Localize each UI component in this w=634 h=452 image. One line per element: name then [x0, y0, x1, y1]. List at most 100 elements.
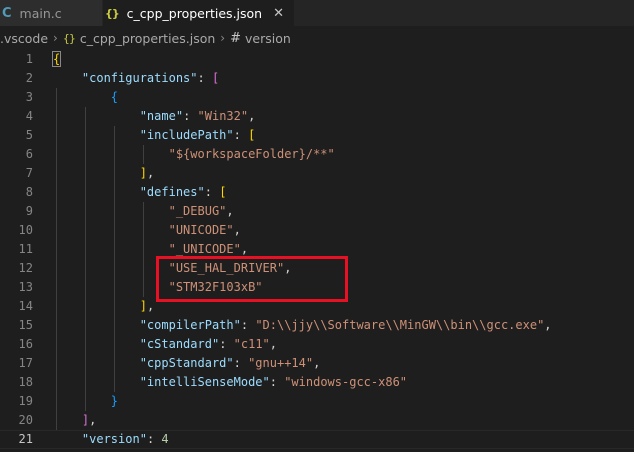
- code-token: "compilerPath": [139, 318, 241, 332]
- code-line[interactable]: 7 ],: [0, 164, 634, 183]
- code-token: "version": [81, 432, 147, 446]
- code-text: ],: [53, 164, 154, 183]
- code-line[interactable]: 11 "_UNICODE",: [0, 240, 634, 259]
- line-number: 17: [18, 356, 33, 370]
- code-token: ,: [146, 166, 155, 180]
- code-line[interactable]: 5 "includePath": [: [0, 126, 634, 145]
- line-number: 15: [18, 318, 33, 332]
- line-number: 18: [18, 375, 33, 389]
- code-token: :: [146, 432, 162, 446]
- tab-bar: C main.c {} c_cpp_properties.json ✕: [0, 0, 634, 26]
- code-token: "name": [139, 109, 184, 123]
- code-line[interactable]: 20 ],: [0, 411, 634, 430]
- code-line[interactable]: 15 "compilerPath": "D:\\jjy\\Software\\M…: [0, 316, 634, 335]
- code-text: ],: [53, 297, 154, 316]
- code-text: "cStandard": "c11",: [53, 335, 277, 354]
- code-line[interactable]: 6 "${workspaceFolder}/**": [0, 145, 634, 164]
- code-text: "_DEBUG",: [53, 202, 234, 221]
- code-token: [: [248, 128, 256, 142]
- code-line[interactable]: 14 ],: [0, 297, 634, 316]
- chevron-right-icon: ›: [220, 31, 226, 45]
- code-token: "gnu++14": [248, 356, 314, 370]
- code-token: "UNICODE": [168, 223, 234, 237]
- code-text: "UNICODE",: [53, 221, 241, 240]
- code-line[interactable]: 21 "version": 4: [0, 430, 634, 449]
- code-token: ]: [139, 299, 147, 313]
- code-text: "version": 4: [53, 430, 169, 449]
- line-number: 11: [18, 242, 33, 256]
- code-token: "cStandard": [139, 337, 220, 351]
- code-line[interactable]: 19 }: [0, 392, 634, 411]
- code-token: "Win32": [197, 109, 249, 123]
- code-line[interactable]: 13 "STM32F103xB": [0, 278, 634, 297]
- tab-label: c_cpp_properties.json: [126, 5, 263, 21]
- code-line[interactable]: 8 "defines": [: [0, 183, 634, 202]
- line-number: 13: [18, 280, 33, 294]
- code-token: "configurations": [81, 71, 198, 85]
- code-token: {: [110, 90, 119, 104]
- code-token: "cppStandard": [139, 356, 234, 370]
- tab-c-cpp-properties-json[interactable]: {} c_cpp_properties.json ✕: [103, 0, 295, 26]
- line-number: 12: [18, 261, 33, 275]
- chevron-right-icon: ›: [53, 31, 58, 45]
- line-number: 1: [25, 52, 33, 66]
- code-text: ],: [53, 411, 96, 430]
- code-token: "USE_HAL_DRIVER": [168, 261, 285, 275]
- code-token: :: [233, 128, 249, 142]
- code-line[interactable]: 2 "configurations": [: [0, 69, 634, 88]
- code-text: }: [53, 392, 118, 411]
- code-token: [: [211, 71, 220, 85]
- code-token: :: [240, 318, 256, 332]
- code-editor[interactable]: 1{2 "configurations": [3 {4 "name": "Win…: [0, 50, 634, 452]
- breadcrumb-folder[interactable]: .vscode: [0, 31, 48, 46]
- code-token: ,: [248, 109, 256, 123]
- line-number: 4: [25, 109, 33, 123]
- code-token: :: [204, 185, 220, 199]
- code-line[interactable]: 3 {: [0, 88, 634, 107]
- code-line[interactable]: 1{: [0, 50, 634, 69]
- code-token: ,: [146, 299, 155, 313]
- code-token: :: [183, 109, 198, 123]
- code-text: "defines": [: [53, 183, 227, 202]
- code-token: "windows-gcc-x86": [284, 375, 408, 389]
- code-token: }: [110, 394, 119, 408]
- code-token: "_DEBUG": [168, 204, 227, 218]
- code-line[interactable]: 4 "name": "Win32",: [0, 107, 634, 126]
- line-number: 10: [18, 223, 33, 237]
- tab-main-c[interactable]: C main.c: [0, 0, 103, 26]
- code-token: :: [269, 375, 285, 389]
- code-line[interactable]: 16 "cStandard": "c11",: [0, 335, 634, 354]
- code-text: "compilerPath": "D:\\jjy\\Software\\MinG…: [53, 316, 552, 335]
- code-token: [: [219, 185, 227, 199]
- code-token: "defines": [139, 185, 205, 199]
- code-line[interactable]: 10 "UNICODE",: [0, 221, 634, 240]
- line-number: 5: [25, 128, 33, 142]
- code-token: ,: [89, 413, 97, 427]
- code-token: "STM32F103xB": [168, 280, 263, 294]
- code-text: {: [53, 88, 118, 107]
- c-file-icon: C: [2, 5, 12, 21]
- close-icon[interactable]: ✕: [273, 6, 284, 21]
- code-token: :: [233, 356, 249, 370]
- code-line[interactable]: 9 "_DEBUG",: [0, 202, 634, 221]
- json-file-icon: {}: [105, 6, 120, 20]
- breadcrumb-file[interactable]: c_cpp_properties.json: [80, 31, 215, 46]
- breadcrumb-symbol[interactable]: version: [245, 31, 291, 46]
- code-line[interactable]: 18 "intelliSenseMode": "windows-gcc-x86": [0, 373, 634, 392]
- line-number: 8: [25, 185, 33, 199]
- line-number: 6: [25, 147, 33, 161]
- code-line[interactable]: 17 "cppStandard": "gnu++14",: [0, 354, 634, 373]
- code-line[interactable]: 12 "USE_HAL_DRIVER",: [0, 259, 634, 278]
